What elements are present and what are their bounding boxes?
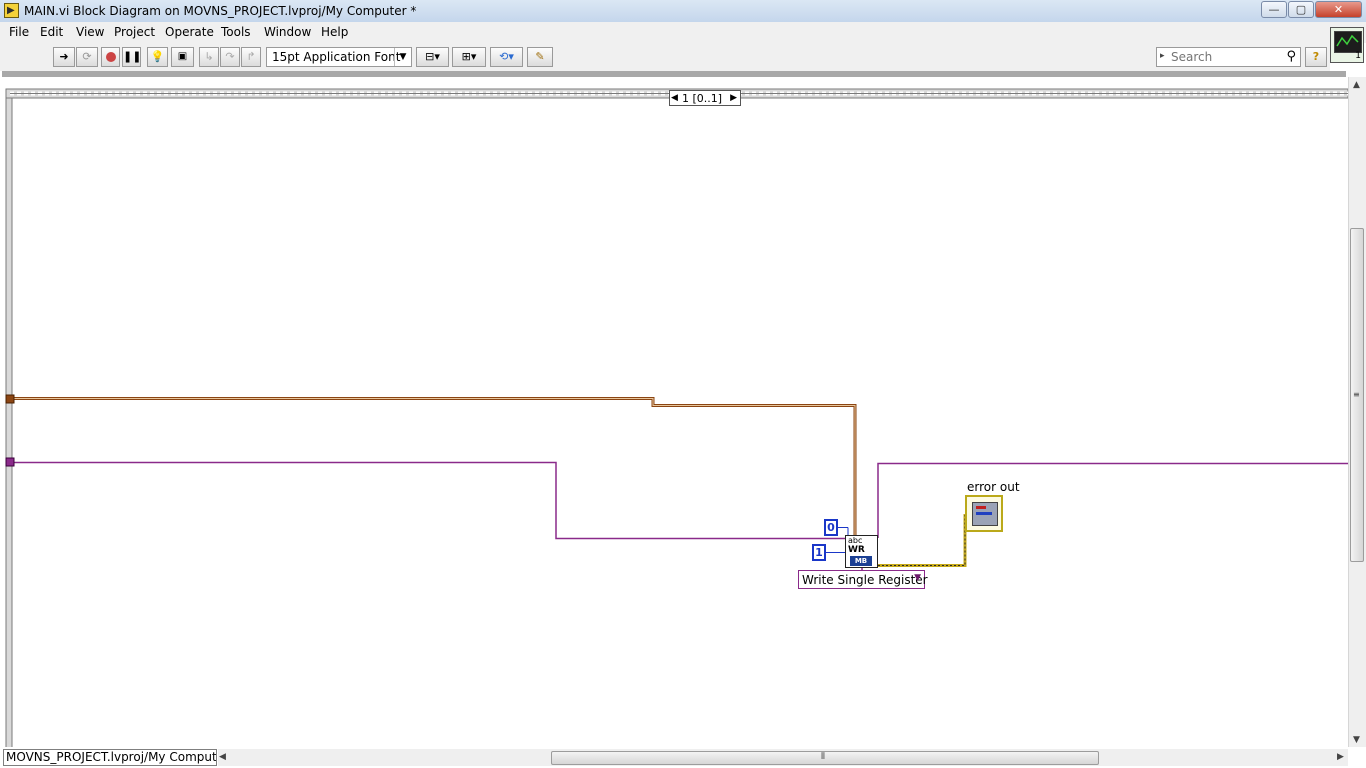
scroll-up-arrow-icon[interactable]: ▲ [1353,80,1360,90]
chevron-down-icon: ▼ [394,48,411,66]
modbus-write-node[interactable]: abc WR MB [845,535,878,568]
modbus-node-wr: WR [848,545,865,555]
ring-constant-label: Write Single Register [802,573,928,587]
error-out-indicator[interactable] [965,495,1003,532]
menu-operate[interactable]: Operate [165,25,214,39]
scroll-right-arrow-icon[interactable]: ▶ [1337,752,1344,762]
search-input[interactable] [1171,49,1279,65]
step-over-icon[interactable]: ↷ [220,47,240,67]
chevron-down-icon[interactable]: ▼ [914,573,921,583]
orange-wire [12,397,857,540]
modbus-node-abc: abc [848,536,863,545]
connector-pane-number: 1 [1355,51,1361,61]
error-out-label: error out [967,480,1020,494]
step-into-icon[interactable]: ↳ [199,47,219,67]
diagram-graphics [5,88,1348,747]
error-wire [878,514,969,567]
modbus-node-mb: MB [850,556,872,566]
pause-icon[interactable]: ❚❚ [122,47,141,67]
purple-wire-in [12,461,845,540]
abort-icon[interactable] [101,47,120,67]
scroll-grip-icon: ⦀ [821,752,825,762]
numeric-constant-zero[interactable]: 0 [824,519,838,536]
search-box[interactable]: ▸ ⚲ [1156,47,1301,67]
reorder-icon[interactable]: ⟲▾ [490,47,523,67]
step-out-icon[interactable]: ↱ [241,47,261,67]
run-continuously-icon[interactable]: ⟳ [76,47,98,67]
menu-window[interactable]: Window [264,25,311,39]
application-instance-label[interactable]: MOVNS_PROJECT.lvproj/My Computer [3,749,217,766]
search-expand-icon[interactable]: ▸ [1160,51,1165,61]
align-objects-icon[interactable]: ⊟▾ [416,47,449,67]
run-arrow-icon[interactable]: ➜ [53,47,75,67]
minimize-button[interactable]: — [1261,1,1287,18]
window-title: MAIN.vi Block Diagram on MOVNS_PROJECT.l… [24,4,417,18]
purple-tunnel [5,457,15,467]
maximize-button[interactable]: ▢ [1288,1,1314,18]
case-next-arrow-icon[interactable]: ▶ [730,92,737,104]
error-status-bar [976,506,986,509]
error-code-bar [976,512,992,515]
vi-icon-graphic [1334,31,1362,53]
ring-constant-write-single-register[interactable]: Write Single Register ▼ [798,570,928,589]
scroll-grip-icon: ≡ [1353,390,1360,399]
case-selector-label: 1 [0..1] [682,92,723,105]
horizontal-scroll-thumb[interactable] [551,751,1099,765]
menu-view[interactable]: View [76,25,104,39]
menu-edit[interactable]: Edit [40,25,63,39]
scroll-down-arrow-icon[interactable]: ▼ [1353,735,1360,745]
labview-app-icon[interactable]: ▶ [4,3,19,18]
orange-tunnel [5,394,15,404]
distribute-objects-icon[interactable]: ⊞▾ [452,47,486,67]
retain-wire-values-icon[interactable]: ▣ [171,47,194,67]
help-button[interactable]: ? [1305,47,1327,67]
menu-project[interactable]: Project [114,25,155,39]
case-structure-frame-left [5,97,13,747]
case-selector[interactable]: ◀ 1 [0..1] ▶ [669,90,741,106]
close-button[interactable]: ✕ [1315,1,1362,18]
menu-tools[interactable]: Tools [221,25,251,39]
numeric-constant-one[interactable]: 1 [812,544,826,561]
clean-up-diagram-icon[interactable]: ✎ [527,47,553,67]
scroll-left-arrow-icon[interactable]: ◀ [219,752,226,762]
search-icon[interactable]: ⚲ [1286,49,1296,64]
font-select-value: 15pt Application Font [272,50,401,64]
menu-file[interactable]: File [9,25,29,39]
highlight-execution-icon[interactable]: 💡 [147,47,168,67]
menu-help[interactable]: Help [321,25,348,39]
font-select[interactable]: 15pt Application Font ▼ [266,47,412,67]
purple-wire-out [877,462,1348,538]
vi-icon[interactable]: 1 [1330,27,1364,63]
case-prev-arrow-icon[interactable]: ◀ [671,92,678,104]
